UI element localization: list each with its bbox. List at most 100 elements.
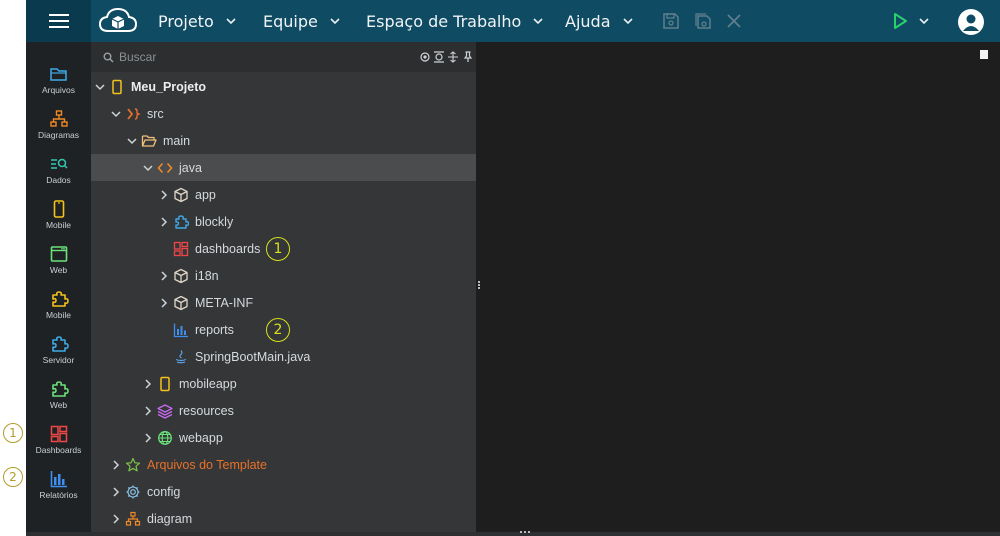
tree-item-diagram[interactable]: diagram: [91, 505, 476, 532]
hamburger-menu-button[interactable]: [26, 0, 91, 42]
save-icon[interactable]: [661, 11, 681, 31]
dashboard-icon: [50, 425, 67, 443]
chevron-down-icon: [330, 18, 340, 25]
activity-dashboards-label: Dashboards: [35, 445, 82, 455]
explorer-search-input[interactable]: [101, 48, 401, 66]
chevron-right-icon: [161, 297, 168, 308]
panel-resize-handle[interactable]: [476, 280, 482, 294]
activity-dados[interactable]: Dados: [26, 147, 91, 192]
tree-item-app[interactable]: app: [91, 181, 476, 208]
tree-item-label: main: [163, 133, 191, 148]
tree-item-blockly[interactable]: blockly: [91, 208, 476, 235]
locate-icon[interactable]: [419, 51, 431, 63]
mobile-icon: [53, 200, 64, 218]
folder-open-icon: [141, 134, 157, 147]
tree-item-label: dashboards: [195, 241, 261, 256]
tree-item-java[interactable]: java: [91, 154, 476, 181]
chevron-right-icon: [161, 189, 168, 200]
editor-square-icon[interactable]: [980, 50, 988, 59]
tree-item-label: mobileapp: [179, 376, 237, 391]
chevron-right-icon: [145, 378, 152, 389]
menu-equipe-label: Equipe: [263, 11, 318, 31]
tree-item-label: Meu_Projeto: [131, 79, 207, 94]
activity-mobile[interactable]: Mobile: [26, 192, 91, 237]
tree-item-resources[interactable]: resources: [91, 397, 476, 424]
dashboard-icon: [173, 241, 189, 256]
chevron-down-icon: [111, 110, 121, 117]
mobile-icon: [160, 376, 170, 391]
collapse-all-icon[interactable]: [433, 51, 445, 63]
web-icon: [50, 246, 67, 262]
user-avatar[interactable]: [958, 9, 984, 35]
tree-item-label: Arquivos do Template: [147, 457, 267, 472]
tree-item-meu-projeto[interactable]: Meu_Projeto: [91, 73, 476, 100]
activity-dashboards[interactable]: Dashboards: [26, 417, 91, 462]
tree-item-src[interactable]: src: [91, 100, 476, 127]
tree-item-config[interactable]: config: [91, 478, 476, 505]
explorer-search-row: [91, 42, 476, 72]
activity-relatorios-label: Relatórios: [39, 490, 78, 500]
source-icon: [127, 107, 141, 120]
tree-item-label: java: [179, 160, 202, 175]
activity-blockly-servidor[interactable]: Servidor: [26, 327, 91, 372]
chevron-right-icon: [145, 432, 152, 443]
tree-item-i18n[interactable]: i18n: [91, 262, 476, 289]
chevron-down-icon: [533, 18, 543, 25]
tree-item-meta-inf[interactable]: META-INF: [91, 289, 476, 316]
tree-item-label: config: [147, 484, 181, 499]
bottom-panel-strip: [26, 532, 1000, 536]
menu-espaco-de-trabalho[interactable]: Espaço de Trabalho: [366, 0, 543, 42]
tree-item-webapp[interactable]: webapp: [91, 424, 476, 451]
close-icon[interactable]: [724, 11, 744, 31]
chevron-right-icon: [113, 486, 120, 497]
activity-diagramas[interactable]: Diagramas: [26, 102, 91, 147]
tree-item-arquivos-do-template[interactable]: Arquivos do Template: [91, 451, 476, 478]
report-icon: [173, 323, 188, 337]
tree-item-label: META-INF: [195, 295, 254, 310]
activity-blockly-mobile[interactable]: Mobile: [26, 282, 91, 327]
bottom-resize-handle[interactable]: [520, 531, 530, 535]
file-explorer: Meu_Projeto src main java app: [91, 42, 476, 532]
report-icon: [50, 471, 67, 488]
activity-mobile-label: Mobile: [45, 220, 72, 230]
activity-blockly-web[interactable]: Web: [26, 372, 91, 417]
globe-icon: [158, 430, 172, 445]
menu-ajuda[interactable]: Ajuda: [565, 0, 633, 42]
run-options-chevron-down-icon[interactable]: [919, 16, 929, 26]
activity-relatorios[interactable]: Relatórios: [26, 462, 91, 507]
menu-projeto[interactable]: Projeto: [158, 0, 236, 42]
star-icon: [125, 457, 141, 471]
expand-all-icon[interactable]: [447, 51, 459, 63]
chevron-down-icon: [95, 83, 105, 90]
activity-arquivos[interactable]: Arquivos: [26, 57, 91, 102]
tree-item-springbootmain[interactable]: SpringBootMain.java: [91, 343, 476, 370]
callout-dashboards-tree: 1: [266, 237, 290, 261]
puzzle-icon: [51, 336, 69, 352]
chevron-down-icon: [622, 18, 633, 25]
callout-reports: 2: [3, 467, 23, 487]
tree-item-mobileapp[interactable]: mobileapp: [91, 370, 476, 397]
activity-arquivos-label: Arquivos: [41, 85, 76, 95]
hamburger-icon: [48, 12, 69, 30]
callout-dashboards: 1: [3, 423, 23, 443]
activity-web[interactable]: Web: [26, 237, 91, 282]
app-root: 1 2 Projeto Equipe Espaço de Trabalho Aj…: [0, 0, 1000, 536]
save-all-icon[interactable]: [693, 11, 713, 31]
chevron-right-icon: [113, 459, 120, 470]
callout-reports-tree: 2: [266, 318, 290, 342]
top-bar: Projeto Equipe Espaço de Trabalho Ajuda: [26, 0, 1000, 42]
run-icon[interactable]: [890, 11, 910, 31]
tree-item-main[interactable]: main: [91, 127, 476, 154]
diagram-icon: [49, 110, 68, 127]
puzzle-icon: [51, 381, 69, 397]
tree-item-label: resources: [179, 403, 234, 418]
menu-projeto-label: Projeto: [158, 11, 214, 31]
menu-equipe[interactable]: Equipe: [263, 0, 340, 42]
chevron-right-icon: [161, 216, 168, 227]
gear-icon: [126, 485, 140, 498]
pin-icon[interactable]: [462, 51, 474, 63]
mobile-icon: [112, 79, 122, 94]
tree-item-label: webapp: [179, 430, 223, 445]
java-icon: [175, 349, 187, 363]
package-icon: [174, 187, 188, 202]
